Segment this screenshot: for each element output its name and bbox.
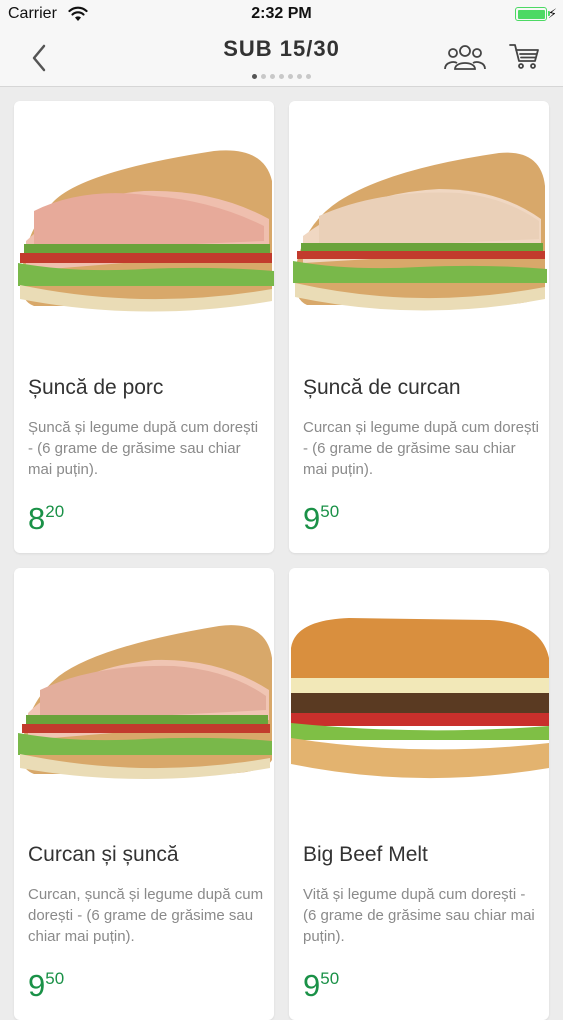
- product-name: Șuncă de porc: [28, 376, 164, 399]
- page-dot[interactable]: [270, 74, 275, 79]
- product-description: Vită și legume după cum dorești - (6 gra…: [303, 886, 535, 945]
- page-dot[interactable]: [306, 74, 311, 79]
- page-dot[interactable]: [252, 74, 257, 79]
- status-bar: Carrier 2:32 PM ⚡: [0, 0, 563, 30]
- price-integer: 9: [303, 968, 321, 1003]
- product-price: 950: [303, 968, 339, 1004]
- battery-icon: [515, 7, 550, 21]
- group-icon[interactable]: [444, 42, 486, 72]
- sandwich-image: [18, 625, 273, 779]
- product-name: Șuncă de curcan: [303, 376, 461, 399]
- price-decimal: 20: [45, 502, 65, 521]
- page-dot[interactable]: [261, 74, 266, 79]
- product-price: 950: [28, 968, 64, 1004]
- price-decimal: 50: [45, 969, 65, 988]
- charging-icon: ⚡: [547, 6, 557, 21]
- product-price: 820: [28, 501, 64, 537]
- product-card[interactable]: Șuncă de porc Șuncă și legume după cum d…: [14, 101, 274, 553]
- price-integer: 9: [28, 968, 46, 1003]
- status-time: 2:32 PM: [251, 5, 312, 22]
- sandwich-image: [18, 150, 274, 312]
- nav-bar: SUB 15/30: [0, 30, 563, 87]
- product-description: Șuncă și legume după cum dorești - (6 gr…: [28, 419, 259, 478]
- product-card[interactable]: Curcan și șuncă Curcan, șuncă și legume …: [14, 568, 274, 1020]
- page-dot[interactable]: [297, 74, 302, 79]
- product-name: Curcan și șuncă: [28, 843, 179, 866]
- price-integer: 8: [28, 501, 46, 536]
- page-dot[interactable]: [279, 74, 284, 79]
- sandwich-image: [291, 618, 549, 779]
- price-integer: 9: [303, 501, 321, 536]
- product-description: Curcan și legume după cum dorești - (6 g…: [303, 419, 539, 478]
- price-decimal: 50: [320, 969, 340, 988]
- page-dot[interactable]: [288, 74, 293, 79]
- product-description: Curcan, șuncă și legume după cum dorești…: [28, 886, 264, 945]
- cart-icon[interactable]: [508, 40, 540, 72]
- price-decimal: 50: [320, 502, 340, 521]
- product-card[interactable]: Șuncă de curcan Curcan și legume după cu…: [289, 101, 549, 553]
- sandwich-image: [293, 152, 547, 311]
- product-card[interactable]: Big Beef Melt Vită și legume după cum do…: [289, 568, 549, 1020]
- product-name: Big Beef Melt: [303, 843, 428, 866]
- product-price: 950: [303, 501, 339, 537]
